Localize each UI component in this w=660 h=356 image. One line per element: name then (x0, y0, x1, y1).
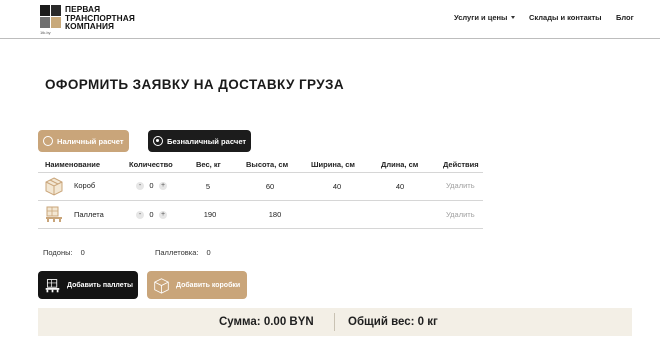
delete-link[interactable]: Удалить (446, 210, 475, 219)
column-header-height: Высота, см (246, 160, 289, 169)
length-input[interactable]: 40 (382, 178, 418, 194)
pallet-icon (45, 278, 60, 292)
total-sum: Сумма: 0.00 BYN (219, 316, 314, 328)
row-name: Паллета (74, 210, 104, 219)
pallet-icon (46, 206, 62, 222)
payment-cashless-radio[interactable]: Безналичный расчет (148, 130, 251, 152)
quantity-stepper: - 0 + (136, 210, 167, 219)
column-header-weight: Вес, кг (196, 160, 221, 169)
totals-divider (334, 313, 335, 331)
add-pallets-button[interactable]: Добавить паллеты (38, 271, 138, 299)
decrement-button[interactable]: - (136, 181, 144, 190)
nav-services-label: Услуги и цены (454, 13, 508, 22)
wrapping-count-value: 0 (206, 248, 211, 257)
wrapping-count-label: Паллетовка: (155, 248, 199, 257)
table-divider (38, 172, 483, 173)
quantity-stepper: - 0 + (136, 181, 167, 190)
delete-link[interactable]: Удалить (446, 181, 475, 190)
column-header-width: Ширина, см (311, 160, 355, 169)
decrement-button[interactable]: - (136, 210, 144, 219)
width-input[interactable]: 40 (319, 178, 355, 194)
table-divider (38, 200, 483, 201)
table-divider (38, 228, 483, 229)
add-pallets-label: Добавить паллеты (67, 281, 133, 289)
totals-bar: Сумма: 0.00 BYN Общий вес: 0 кг (38, 308, 632, 336)
height-input[interactable]: 180 (252, 206, 298, 222)
weight-input[interactable]: 5 (190, 178, 226, 194)
increment-button[interactable]: + (159, 181, 167, 190)
column-header-quantity: Количество (129, 160, 173, 169)
column-header-name: Наименование (45, 160, 101, 169)
column-header-actions: Действия (443, 160, 479, 169)
pallets-count-label: Подоны: (43, 248, 73, 257)
pallets-count-field: Подоны: 0 (43, 248, 85, 257)
increment-button[interactable]: + (159, 210, 167, 219)
quantity-value[interactable]: 0 (144, 210, 159, 219)
logo-mark-icon: 1tk.by (40, 5, 62, 35)
radio-checked-icon (153, 136, 163, 146)
company-logo[interactable]: 1tk.by ПЕРВАЯ ТРАНСПОРТНАЯ КОМПАНИЯ (40, 4, 135, 35)
payment-cash-label: Наличный расчет (57, 136, 124, 146)
payment-cash-radio[interactable]: Наличный расчет (38, 130, 129, 152)
wrapping-count-field: Паллетовка: 0 (155, 248, 211, 257)
logo-text: ПЕРВАЯ ТРАНСПОРТНАЯ КОМПАНИЯ (65, 4, 135, 32)
box-icon (45, 177, 63, 196)
nav-warehouses[interactable]: Склады и контакты (529, 13, 602, 22)
nav-blog[interactable]: Блог (616, 13, 634, 22)
logo-domain: 1tk.by (40, 30, 51, 35)
chevron-down-icon (511, 16, 516, 19)
page-title: ОФОРМИТЬ ЗАЯВКУ НА ДОСТАВКУ ГРУЗА (45, 77, 345, 92)
box-icon (154, 277, 169, 294)
payment-cashless-label: Безналичный расчет (167, 136, 247, 146)
site-header: 1tk.by ПЕРВАЯ ТРАНСПОРТНАЯ КОМПАНИЯ Услу… (0, 0, 660, 39)
column-header-length: Длина, см (381, 160, 419, 169)
quantity-value[interactable]: 0 (144, 181, 159, 190)
nav-services[interactable]: Услуги и цены (454, 13, 516, 22)
height-input[interactable]: 60 (252, 178, 288, 194)
pallets-count-value: 0 (80, 248, 85, 257)
weight-input[interactable]: 190 (190, 206, 230, 222)
row-name: Короб (74, 181, 96, 190)
add-boxes-button[interactable]: Добавить коробки (147, 271, 247, 299)
add-boxes-label: Добавить коробки (176, 281, 241, 289)
radio-unchecked-icon (43, 136, 53, 146)
total-weight: Общий вес: 0 кг (348, 316, 438, 328)
